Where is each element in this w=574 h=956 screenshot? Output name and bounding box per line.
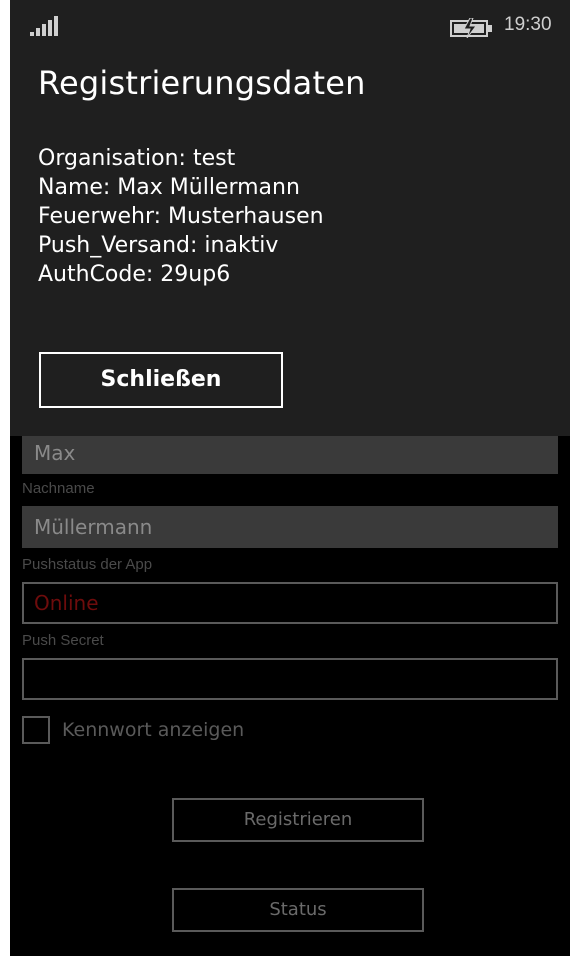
registration-data-dialog: 19:30 Registrierungsdaten Organisation: … — [10, 0, 570, 436]
battery-charging-icon — [450, 18, 492, 38]
info-feuerwehr: Feuerwehr: Musterhausen — [38, 204, 324, 229]
show-password-checkbox[interactable] — [22, 716, 50, 744]
info-name: Name: Max Müllermann — [38, 175, 300, 200]
clock: 19:30 — [504, 14, 552, 35]
info-organisation: Organisation: test — [38, 146, 236, 171]
pushstatus-value: Online — [34, 591, 99, 615]
show-password-label[interactable]: Kennwort anzeigen — [62, 716, 244, 744]
phone-screen: Max Nachname Müllermann Pushstatus der A… — [10, 0, 570, 956]
pushstatus-label: Pushstatus der App — [22, 556, 153, 573]
nachname-label: Nachname — [22, 480, 95, 497]
push-secret-field[interactable] — [22, 658, 558, 700]
nachname-field[interactable]: Müllermann — [22, 506, 558, 548]
vorname-field[interactable]: Max — [22, 432, 558, 474]
close-button[interactable]: Schließen — [39, 352, 283, 408]
info-authcode: AuthCode: 29up6 — [38, 262, 231, 287]
info-push-versand: Push_Versand: inaktiv — [38, 233, 279, 258]
dialog-title: Registrierungsdaten — [38, 64, 366, 102]
registration-info-list: Organisation: test Name: Max Müllermann … — [38, 144, 324, 289]
push-secret-label: Push Secret — [22, 632, 104, 649]
register-button[interactable]: Registrieren — [172, 798, 424, 842]
signal-bars-icon — [30, 16, 58, 36]
pushstatus-field[interactable]: Online — [22, 582, 558, 624]
status-button[interactable]: Status — [172, 888, 424, 932]
status-bar: 19:30 — [10, 0, 570, 56]
